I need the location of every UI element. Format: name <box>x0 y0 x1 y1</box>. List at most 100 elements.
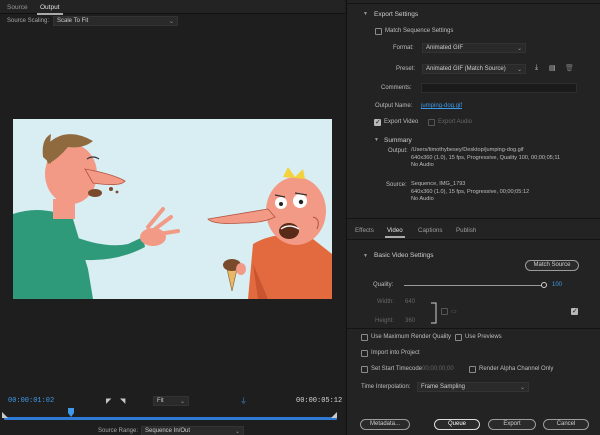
source-scaling-value: Scale To Fit <box>57 18 89 24</box>
summary-source-label: Source: <box>386 182 407 188</box>
export-audio-checkbox[interactable] <box>428 119 435 126</box>
tab-effects[interactable]: Effects <box>355 227 374 234</box>
tab-video[interactable]: Video <box>385 227 405 238</box>
video-frame-image <box>13 119 332 299</box>
queue-button[interactable]: Queue <box>434 419 480 430</box>
import-preset-icon[interactable]: ▤ <box>549 64 556 72</box>
options-top-divider <box>347 328 600 329</box>
comments-input[interactable] <box>421 83 577 93</box>
chevron-down-icon: ⌄ <box>516 67 522 73</box>
summary-output-line: No Audio <box>411 162 434 168</box>
max-render-checkbox[interactable] <box>361 334 368 341</box>
source-range-label: Source Range: <box>98 428 139 434</box>
in-point-icon[interactable] <box>2 412 8 418</box>
set-start-tc-checkbox[interactable] <box>361 366 368 373</box>
use-previews-label: Use Previews <box>465 334 502 340</box>
summary-output-line: /Users/timothybesey/Desktop/jumping-dog.… <box>411 147 524 153</box>
use-previews-checkbox[interactable] <box>455 334 462 341</box>
summary-header: Summary <box>384 137 412 144</box>
collapse-export-settings-icon[interactable]: ▼ <box>363 11 368 17</box>
tabs-bottom-divider <box>347 239 600 240</box>
match-source-button[interactable]: Match Source <box>525 260 579 271</box>
max-render-label: Use Maximum Render Quality <box>371 334 452 340</box>
match-sequence-checkbox[interactable] <box>375 28 382 35</box>
output-name-label: Output Name: <box>375 103 413 109</box>
export-video-checkbox[interactable] <box>374 118 381 126</box>
preset-value: Animated GIF (Match Source) <box>426 66 506 72</box>
lock-aspect-label: ▭ <box>451 309 457 315</box>
preset-label: Preset: <box>396 66 416 72</box>
summary-output-line: 640x360 (1.0), 15 fps, Progressive, Qual… <box>411 154 561 161</box>
basic-video-header: Basic Video Settings <box>374 252 434 259</box>
preset-dropdown[interactable]: Animated GIF (Match Source) ⌄ <box>422 64 526 74</box>
time-interp-value: Frame Sampling <box>421 384 466 390</box>
collapse-basic-video-icon[interactable]: ▼ <box>363 253 368 259</box>
quality-slider-knob[interactable] <box>541 282 547 288</box>
height-label: Height: <box>375 318 395 324</box>
summary-output-label: Output: <box>388 148 408 154</box>
export-button[interactable]: Export <box>488 419 536 430</box>
chevron-down-icon: ⌄ <box>519 385 525 391</box>
export-settings-header: Export Settings <box>374 11 419 18</box>
lock-aspect-checkbox[interactable] <box>441 308 448 315</box>
timeline-range-bar[interactable] <box>4 417 337 420</box>
import-project-checkbox[interactable] <box>361 350 368 357</box>
chevron-down-icon: ⌄ <box>516 46 522 52</box>
current-timecode[interactable]: 00:00:01:02 <box>8 397 54 405</box>
source-range-dropdown[interactable]: Sequence In/Out ⌄ <box>141 426 244 435</box>
comments-label: Comments: <box>381 85 412 91</box>
top-divider <box>347 3 600 4</box>
height-value[interactable]: 360 <box>405 318 415 324</box>
source-scaling-label: Source Scaling: <box>7 18 50 24</box>
quality-label: Quality: <box>373 282 394 288</box>
chevron-down-icon: ⌄ <box>168 19 174 25</box>
summary-source-line: Sequence, IMG_1793 <box>411 181 466 187</box>
link-dimensions-icon[interactable] <box>430 302 440 324</box>
save-preset-icon[interactable]: ⤓ <box>535 64 538 72</box>
resize-checkbox[interactable] <box>571 307 578 315</box>
mark-in-icon[interactable]: ◤ <box>106 397 111 405</box>
mark-out-icon[interactable]: ◥ <box>120 397 125 405</box>
summary-output-text: /Users/timothybesey/Desktop/jumping-dog.… <box>411 147 560 170</box>
export-settings-panel: ▼ Export Settings Match Sequence Setting… <box>346 0 600 435</box>
tabs-top-divider <box>347 218 600 219</box>
time-interp-label: Time Interpolation: <box>361 384 411 390</box>
source-output-panel: Source Output Source Scaling: Scale To F… <box>0 0 345 435</box>
source-scaling-dropdown[interactable]: Scale To Fit ⌄ <box>53 16 178 26</box>
start-tc-value[interactable]: 00;00;00;00 <box>422 366 454 372</box>
metadata-button[interactable]: Metadata... <box>360 419 410 430</box>
quality-slider-track[interactable] <box>404 285 544 286</box>
set-start-tc-label: Set Start Timecode <box>371 366 423 372</box>
tab-source[interactable]: Source <box>7 4 28 11</box>
quality-value[interactable]: 100 <box>552 282 562 288</box>
tab-output[interactable]: Output <box>37 4 62 15</box>
summary-source-text: Sequence, IMG_1793 640x360 (1.0), 15 fps… <box>411 181 529 204</box>
format-value: Animated GIF <box>426 45 464 51</box>
format-dropdown[interactable]: Animated GIF ⌄ <box>422 43 526 53</box>
render-alpha-label: Render Alpha Channel Only <box>479 366 554 372</box>
width-value[interactable]: 640 <box>405 299 415 305</box>
time-interp-dropdown[interactable]: Frame Sampling ⌄ <box>417 382 529 392</box>
import-project-label: Import into Project <box>371 350 420 356</box>
width-label: Width: <box>377 299 395 305</box>
chevron-down-icon: ⌄ <box>234 429 240 435</box>
tab-publish[interactable]: Publish <box>456 227 476 234</box>
video-preview[interactable] <box>13 119 332 299</box>
output-name-link[interactable]: jumping-dog.gif <box>421 103 462 109</box>
summary-source-line: No Audio <box>411 196 434 202</box>
source-range-value: Sequence In/Out <box>145 428 191 434</box>
delete-preset-icon[interactable]: 🗑 <box>565 64 574 72</box>
end-timecode: 00:00:05:12 <box>296 397 343 405</box>
export-video-label: Export Video <box>384 119 419 125</box>
playhead-icon[interactable] <box>68 408 74 417</box>
cancel-button[interactable]: Cancel <box>543 419 589 430</box>
render-alpha-checkbox[interactable] <box>469 366 476 373</box>
source-output-tabs: Source Output <box>0 0 345 15</box>
match-sequence-label: Match Sequence Settings <box>385 28 454 34</box>
ripple-icon[interactable]: ⏚ <box>240 396 247 406</box>
chevron-down-icon: ⌄ <box>179 399 185 405</box>
fit-dropdown[interactable]: Fit ⌄ <box>153 396 189 406</box>
collapse-summary-icon[interactable]: ▼ <box>374 137 379 143</box>
out-point-icon[interactable] <box>331 412 337 418</box>
tab-captions[interactable]: Captions <box>418 227 442 234</box>
